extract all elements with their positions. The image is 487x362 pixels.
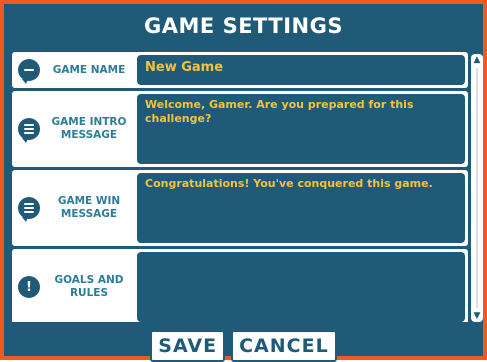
chat-bubble-icon bbox=[18, 59, 40, 84]
goals-label-area: ! GOALS AND RULES bbox=[12, 249, 136, 322]
save-button[interactable]: SAVE bbox=[150, 330, 226, 362]
exclamation-icon: ! bbox=[18, 276, 40, 298]
game-intro-row: GAME INTRO MESSAGE Welcome, Gamer. Are y… bbox=[12, 91, 468, 167]
page-title: GAME SETTINGS bbox=[144, 14, 343, 38]
scroll-track[interactable] bbox=[476, 68, 478, 308]
settings-list[interactable]: GAME NAME New Game GAME INTRO MESSAGE We… bbox=[12, 52, 468, 322]
goals-rules-field[interactable] bbox=[137, 252, 465, 322]
game-intro-message-field[interactable]: Welcome, Gamer. Are you prepared for thi… bbox=[137, 94, 465, 164]
scroll-up-icon[interactable]: ▲ bbox=[471, 54, 483, 66]
game-intro-label-area: GAME INTRO MESSAGE bbox=[12, 91, 136, 167]
game-win-row: GAME WIN MESSAGE Congratulations! You've… bbox=[12, 170, 468, 246]
scrollbar[interactable]: ▲ ▼ bbox=[471, 54, 483, 322]
game-name-label: GAME NAME bbox=[52, 63, 126, 76]
cancel-button[interactable]: CANCEL bbox=[231, 330, 337, 362]
game-settings-window: GAME SETTINGS GAME NAME New Game GAME IN… bbox=[0, 0, 487, 362]
scroll-down-icon[interactable]: ▼ bbox=[471, 310, 483, 322]
chat-bubble-icon bbox=[18, 118, 40, 143]
chat-bubble-icon bbox=[18, 197, 40, 222]
game-name-label-area: GAME NAME bbox=[12, 52, 136, 88]
goals-label: GOALS AND RULES bbox=[54, 274, 124, 299]
game-name-row: GAME NAME New Game bbox=[12, 52, 468, 88]
game-intro-label: GAME INTRO MESSAGE bbox=[51, 116, 127, 141]
button-bar: SAVE CANCEL bbox=[4, 330, 483, 362]
game-win-message-field[interactable]: Congratulations! You've conquered this g… bbox=[137, 173, 465, 243]
game-name-input[interactable]: New Game bbox=[137, 55, 465, 85]
goals-row: ! GOALS AND RULES bbox=[12, 249, 468, 322]
game-win-label-area: GAME WIN MESSAGE bbox=[12, 170, 136, 246]
game-win-label: GAME WIN MESSAGE bbox=[57, 195, 121, 220]
